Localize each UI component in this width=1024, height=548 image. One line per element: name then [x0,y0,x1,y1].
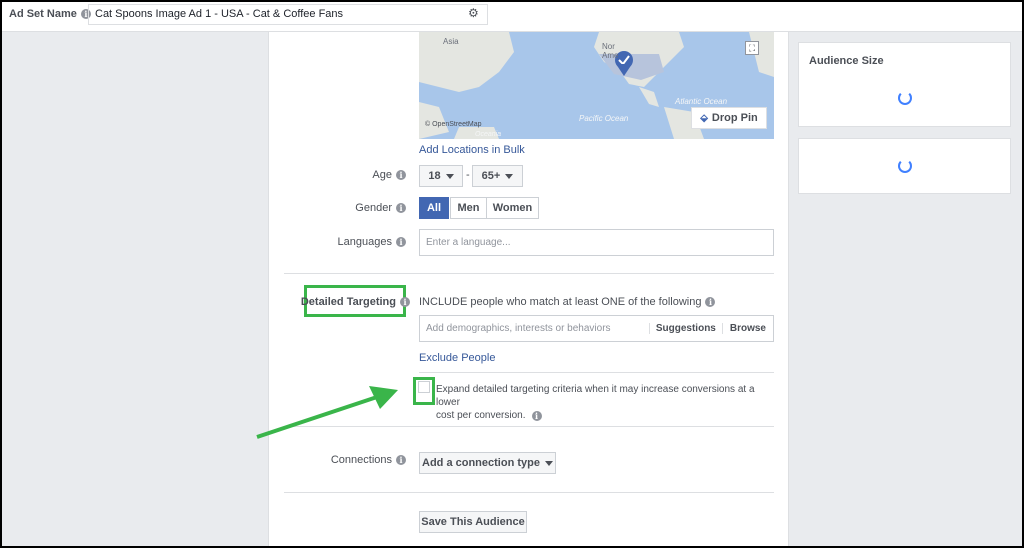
info-icon[interactable]: i [396,203,406,213]
age-min-value: 18 [428,170,441,182]
caret-down-icon [544,460,553,466]
include-criteria-text-group: INCLUDE people who match at least ONE of… [419,296,716,308]
languages-label: Languages [337,236,392,248]
screenshot-frame: Ad Set Name i Cat Spoons Image Ad 1 - US… [0,0,1024,548]
exclude-people-link[interactable]: Exclude People [419,352,495,364]
divider [284,273,774,274]
language-placeholder: Enter a language... [426,237,511,248]
include-criteria-text: INCLUDE people who match at least ONE of… [419,296,702,308]
map-label-atlantic: Atlantic Ocean [675,97,728,106]
info-icon[interactable]: i [396,170,406,180]
detailed-targeting-label-group: Detailed Targeting i [289,296,410,308]
audience-size-title: Audience Size [809,55,884,67]
drop-pin-button[interactable]: ⬙ Drop Pin [691,107,767,129]
arrow-shaft [256,394,381,439]
browse-button[interactable]: Browse [721,323,773,334]
map-attribution: © OpenStreetMap [425,121,482,128]
expand-text-line2: cost per conversion. [436,410,526,421]
map-label-asia: Asia [443,37,459,46]
audience-sidebar: Audience Size [789,32,1022,546]
save-audience-label: Save This Audience [421,516,525,528]
age-max-select[interactable]: 65+ [472,165,523,187]
detailed-targeting-label: Detailed Targeting [300,296,396,308]
ad-set-name-label-group: Ad Set Name i [9,8,91,20]
location-map[interactable]: Asia Nor Ame Pacific Ocean Atlantic Ocea… [419,32,774,139]
map-label-pacific: Pacific Ocean [579,114,629,123]
connections-label: Connections [330,454,392,466]
gear-icon[interactable]: ⚙ [468,6,479,20]
ad-set-name-label: Ad Set Name [9,8,77,20]
gender-men-button[interactable]: Men [450,197,487,219]
gender-all-label: All [426,202,442,214]
add-connection-type-button[interactable]: Add a connection type [419,452,556,474]
checkbox-highlight [413,377,435,405]
green-arrow-annotation [256,386,398,439]
caret-down-icon [505,173,514,179]
age-label-group: Age i [289,169,406,181]
gender-women-label: Women [492,202,533,214]
age-label: Age [372,169,392,181]
expand-text-line1: Expand detailed targeting criteria when … [436,384,755,408]
save-audience-button[interactable]: Save This Audience [419,511,527,533]
connections-label-group: Connections i [289,454,406,466]
loading-spinner-icon [898,159,912,173]
suggestions-button[interactable]: Suggestions [648,323,722,334]
add-locations-in-bulk-link[interactable]: Add Locations in Bulk [419,144,525,156]
caret-down-icon [445,173,454,179]
info-icon[interactable]: i [396,455,406,465]
expand-targeting-text: Expand detailed targeting criteria when … [436,383,774,422]
divider [419,372,774,373]
info-icon[interactable]: i [705,297,716,307]
language-input[interactable]: Enter a language... [419,229,774,256]
gender-men-label: Men [457,202,480,214]
info-icon[interactable]: i [396,237,406,247]
detailed-targeting-input[interactable]: Add demographics, interests or behaviors… [419,315,774,342]
pin-icon: ⬙ [700,112,708,124]
gender-all-button[interactable]: All [419,197,449,219]
detailed-targeting-placeholder: Add demographics, interests or behaviors [426,323,611,334]
age-min-select[interactable]: 18 [419,165,463,187]
gender-women-button[interactable]: Women [486,197,539,219]
map-label-north-america: Nor Ame [602,42,619,60]
audience-size-card: Audience Size [798,42,1011,127]
expand-text-line2-group: cost per conversion. i [436,409,774,422]
gender-label: Gender [355,202,392,214]
info-icon[interactable]: i [400,297,410,307]
info-icon[interactable]: i [531,410,542,421]
ad-set-name-bar: Ad Set Name i Cat Spoons Image Ad 1 - US… [2,2,1022,32]
ad-set-name-input[interactable]: Cat Spoons Image Ad 1 - USA - Cat & Coff… [88,4,488,25]
fullscreen-icon[interactable]: ⛶ [745,41,759,55]
gender-label-group: Gender i [289,202,406,214]
drop-pin-label: Drop Pin [711,112,758,124]
languages-label-group: Languages i [289,236,406,248]
map-label-oceania: Oceania [475,131,502,138]
loading-spinner-icon [898,91,912,105]
estimated-results-card [798,138,1011,194]
divider [284,492,774,493]
audience-panel: Asia Nor Ame Pacific Ocean Atlantic Ocea… [268,32,789,546]
age-separator: - [466,169,470,181]
add-connection-type-label: Add a connection type [422,457,540,469]
age-max-value: 65+ [481,170,501,182]
